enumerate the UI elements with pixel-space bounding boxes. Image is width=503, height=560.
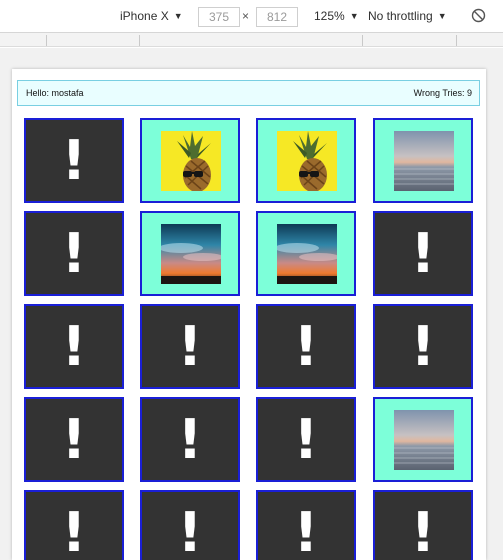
chevron-down-icon: ▼ xyxy=(173,11,183,21)
pineapple-image xyxy=(277,131,337,191)
ruler-tick xyxy=(362,35,363,46)
memory-card-hidden[interactable]: ! xyxy=(24,118,124,203)
ruler-tick xyxy=(46,35,47,46)
viewport-width-input[interactable]: 375 xyxy=(198,7,240,27)
dimension-separator: × xyxy=(242,9,250,23)
memory-card-hidden[interactable]: ! xyxy=(373,211,473,296)
memory-card-hidden[interactable]: ! xyxy=(140,397,240,482)
throttling-select-label: No throttling xyxy=(368,9,433,23)
memory-card-hidden[interactable]: ! xyxy=(256,304,356,389)
zoom-select-label: 125% xyxy=(314,9,345,23)
wrong-tries-counter: Wrong Tries: 9 xyxy=(413,88,472,98)
memory-card-revealed[interactable] xyxy=(140,211,240,296)
exclamation-icon: ! xyxy=(410,315,436,378)
memory-card-revealed[interactable] xyxy=(373,397,473,482)
device-select-label: iPhone X xyxy=(120,9,169,23)
exclamation-icon: ! xyxy=(177,315,203,378)
sunset-sky-image xyxy=(277,224,337,284)
device-viewport: Hello: mostafa Wrong Tries: 9 !!!!!!!!!!… xyxy=(12,69,486,560)
ruler-tick xyxy=(456,35,457,46)
game-header: Hello: mostafa Wrong Tries: 9 xyxy=(17,80,480,106)
memory-card-hidden[interactable]: ! xyxy=(256,490,356,560)
memory-card-hidden[interactable]: ! xyxy=(24,211,124,296)
memory-card-hidden[interactable]: ! xyxy=(24,490,124,560)
exclamation-icon: ! xyxy=(61,408,87,471)
exclamation-icon: ! xyxy=(293,501,319,560)
exclamation-icon: ! xyxy=(61,222,87,285)
memory-card-hidden[interactable]: ! xyxy=(140,490,240,560)
pineapple-image xyxy=(161,131,221,191)
player-greeting: Hello: mostafa xyxy=(26,88,84,98)
memory-card-hidden[interactable]: ! xyxy=(24,397,124,482)
exclamation-icon: ! xyxy=(410,222,436,285)
memory-card-hidden[interactable]: ! xyxy=(373,490,473,560)
exclamation-icon: ! xyxy=(61,315,87,378)
exclamation-icon: ! xyxy=(410,501,436,560)
memory-card-revealed[interactable] xyxy=(373,118,473,203)
chevron-down-icon: ▼ xyxy=(349,11,359,21)
ruler-tick xyxy=(139,35,140,46)
memory-card-revealed[interactable] xyxy=(256,211,356,296)
memory-card-revealed[interactable] xyxy=(256,118,356,203)
sunset-sky-image xyxy=(161,224,221,284)
memory-card-hidden[interactable]: ! xyxy=(24,304,124,389)
memory-card-hidden[interactable]: ! xyxy=(256,397,356,482)
throttling-select[interactable]: No throttling ▼ xyxy=(368,9,447,23)
exclamation-icon: ! xyxy=(177,408,203,471)
device-select[interactable]: iPhone X ▼ xyxy=(120,9,183,23)
exclamation-icon: ! xyxy=(293,408,319,471)
memory-card-revealed[interactable] xyxy=(140,118,240,203)
exclamation-icon: ! xyxy=(177,501,203,560)
zoom-select[interactable]: 125% ▼ xyxy=(314,9,359,23)
calm-sea-image xyxy=(394,131,454,191)
memory-card-hidden[interactable]: ! xyxy=(140,304,240,389)
ruler xyxy=(0,33,503,47)
calm-sea-image xyxy=(394,410,454,470)
exclamation-icon: ! xyxy=(61,501,87,560)
viewport-height-input[interactable]: 812 xyxy=(256,7,298,27)
chevron-down-icon: ▼ xyxy=(437,11,447,21)
exclamation-icon: ! xyxy=(293,315,319,378)
exclamation-icon: ! xyxy=(61,129,87,192)
devtools-device-toolbar: iPhone X ▼ 375 × 812 125% ▼ No throttling ▼ xyxy=(0,0,503,33)
memory-card-hidden[interactable]: ! xyxy=(373,304,473,389)
rotate-icon[interactable] xyxy=(471,8,486,23)
